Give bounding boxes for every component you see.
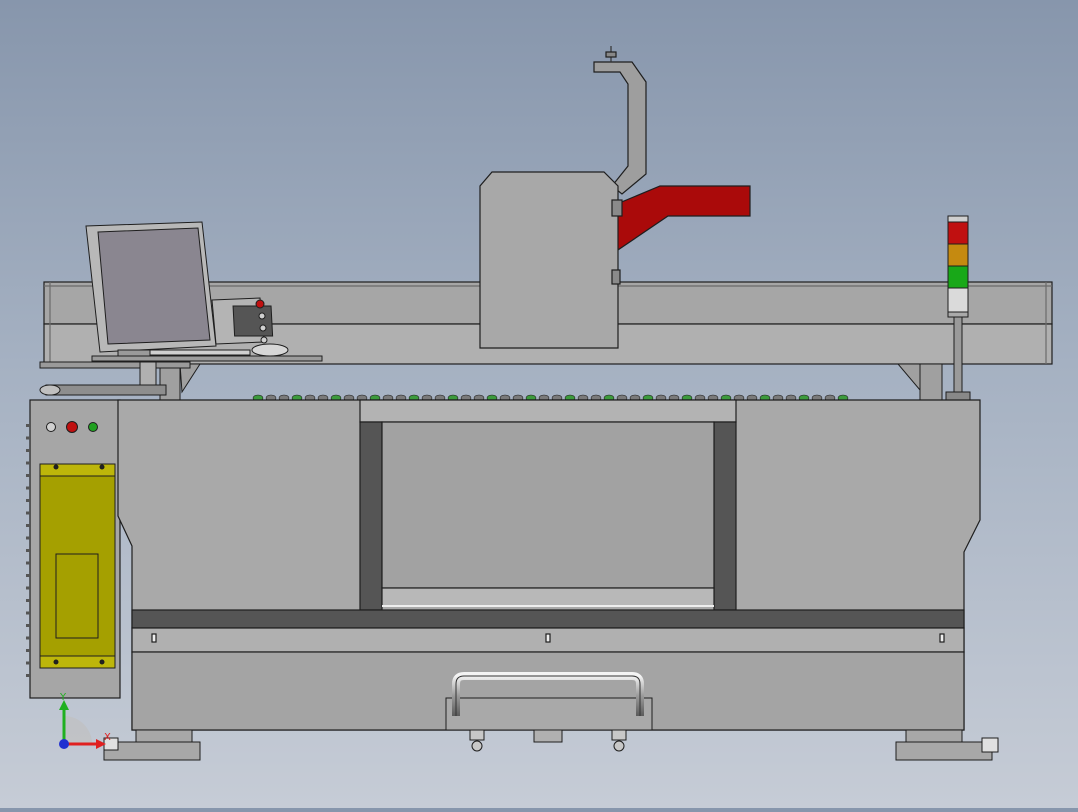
lamp-green (947, 265, 969, 289)
side-bolt (26, 461, 30, 465)
side-bolt (26, 499, 30, 502)
control-button-panel (46, 421, 98, 433)
electrical-cabinet (39, 463, 116, 669)
lamp-amber (947, 243, 969, 267)
machine-base (29, 399, 981, 731)
y-axis-label: Y (59, 692, 67, 703)
side-bolt (26, 536, 30, 540)
side-bolt (26, 636, 30, 640)
side-bolt (26, 549, 30, 552)
pendant-panel (211, 297, 274, 345)
side-bolt (26, 436, 30, 440)
side-bolt (26, 586, 30, 590)
machine-drawing: Y X (26, 46, 1053, 761)
signal-tower (945, 215, 971, 401)
cad-viewport[interactable]: Y X (0, 0, 1078, 808)
power-symbol-icon[interactable] (46, 422, 56, 432)
lamp-white (947, 287, 969, 313)
casters (469, 729, 627, 752)
gantry-legs (159, 363, 943, 401)
monitor-screen (97, 227, 211, 345)
side-bolt (26, 574, 30, 577)
side-bolt (26, 674, 30, 677)
side-bolt (26, 511, 30, 515)
side-bolt (26, 474, 30, 477)
side-bolt (26, 599, 30, 602)
side-bolt (26, 561, 30, 565)
x-axis-label: X (104, 732, 111, 743)
side-bolt (26, 611, 30, 615)
side-bolt (26, 524, 30, 527)
side-bolt (26, 486, 30, 490)
side-bolt (26, 449, 30, 452)
z-axis-dot (59, 739, 69, 749)
side-bolt (26, 624, 30, 627)
emergency-stop-icon[interactable] (66, 421, 78, 433)
mouse (251, 343, 289, 357)
lamp-red (947, 221, 969, 245)
monitor (85, 221, 217, 357)
axis-triad: Y X (59, 692, 111, 749)
start-button-icon[interactable] (88, 422, 98, 432)
side-bolt (26, 661, 30, 665)
side-bolt (26, 649, 30, 652)
side-bolt (26, 424, 30, 427)
cabinet-side-bolts (26, 424, 30, 677)
